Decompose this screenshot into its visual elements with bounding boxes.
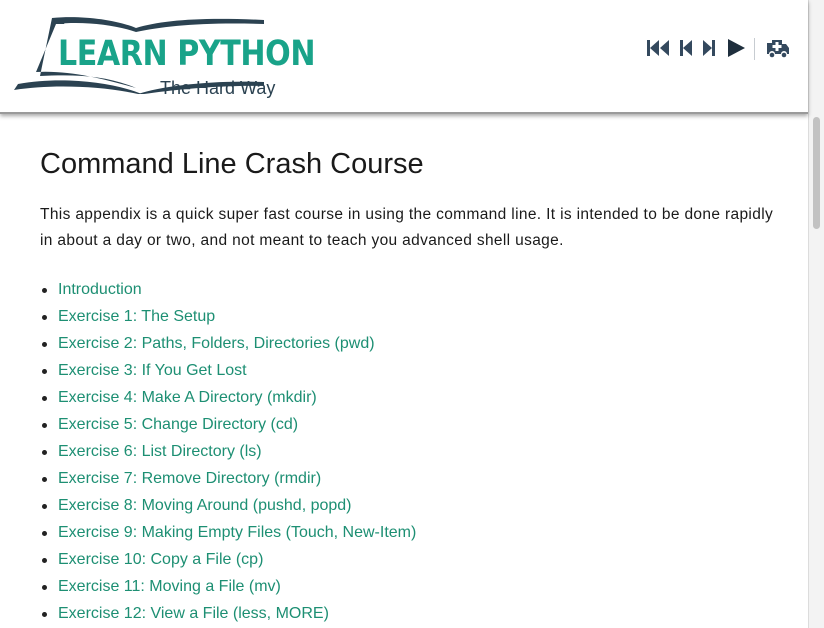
list-item: Exercise 3: If You Get Lost xyxy=(40,357,780,384)
toc-link[interactable]: Exercise 7: Remove Directory (rmdir) xyxy=(58,470,321,487)
bullet-icon xyxy=(42,477,47,482)
list-item: Exercise 5: Change Directory (cd) xyxy=(40,411,780,438)
bullet-icon xyxy=(42,450,47,455)
list-item: Exercise 6: List Directory (ls) xyxy=(40,438,780,465)
vertical-scrollbar[interactable] xyxy=(808,0,824,628)
lesson-navigation xyxy=(644,36,794,62)
toc-link[interactable]: Exercise 3: If You Get Lost xyxy=(58,362,247,379)
bullet-icon xyxy=(42,288,47,293)
bullet-icon xyxy=(42,558,47,563)
bullet-icon xyxy=(42,531,47,536)
list-item: Exercise 11: Moving a File (mv) xyxy=(40,573,780,600)
bullet-icon xyxy=(42,585,47,590)
bullet-icon xyxy=(42,423,47,428)
main-content: Command Line Crash Course This appendix … xyxy=(40,114,780,627)
list-item: Exercise 2: Paths, Folders, Directories … xyxy=(40,330,780,357)
site-logo[interactable]: LEARN PYTHON The Hard Way xyxy=(12,14,316,98)
table-of-contents: Introduction Exercise 1: The Setup Exercis… xyxy=(40,276,780,627)
next-icon[interactable] xyxy=(702,36,718,60)
list-item: Exercise 8: Moving Around (pushd, popd) xyxy=(40,492,780,519)
list-item: Exercise 7: Remove Directory (rmdir) xyxy=(40,465,780,492)
page: LEARN PYTHON The Hard Way Command Line C… xyxy=(0,0,824,628)
page-title: Command Line Crash Course xyxy=(40,148,424,180)
toc-link[interactable]: Exercise 12: View a File (less, MORE) xyxy=(58,605,329,622)
toc-link[interactable]: Exercise 11: Moving a File (mv) xyxy=(58,578,281,595)
list-item: Exercise 4: Make A Directory (mkdir) xyxy=(40,384,780,411)
logo-subtitle: The Hard Way xyxy=(160,78,276,98)
list-item: Exercise 12: View a File (less, MORE) xyxy=(40,600,780,627)
toc-link[interactable]: Exercise 8: Moving Around (pushd, popd) xyxy=(58,497,352,514)
list-item: Introduction xyxy=(40,276,780,303)
list-item: Exercise 10: Copy a File (cp) xyxy=(40,546,780,573)
bullet-icon xyxy=(42,396,47,401)
toc-link[interactable]: Exercise 5: Change Directory (cd) xyxy=(58,416,298,433)
bullet-icon xyxy=(42,342,47,347)
play-icon[interactable] xyxy=(726,36,746,60)
toc-link[interactable]: Exercise 2: Paths, Folders, Directories … xyxy=(58,335,375,352)
toc-link[interactable]: Introduction xyxy=(58,281,142,298)
toc-link[interactable]: Exercise 4: Make A Directory (mkdir) xyxy=(58,389,317,406)
previous-icon[interactable] xyxy=(678,36,694,60)
toc-link[interactable]: Exercise 1: The Setup xyxy=(58,308,215,325)
scrollbar-thumb[interactable] xyxy=(813,117,820,229)
bullet-icon xyxy=(42,612,47,617)
toc-link[interactable]: Exercise 10: Copy a File (cp) xyxy=(58,551,263,568)
ambulance-icon[interactable] xyxy=(766,36,790,60)
logo-title: LEARN PYTHON xyxy=(58,34,316,74)
list-item: Exercise 1: The Setup xyxy=(40,303,780,330)
toc-link[interactable]: Exercise 9: Making Empty Files (Touch, N… xyxy=(58,524,416,541)
intro-paragraph: This appendix is a quick super fast cour… xyxy=(40,206,774,249)
bullet-icon xyxy=(42,369,47,374)
list-item: Exercise 9: Making Empty Files (Touch, N… xyxy=(40,519,780,546)
bullet-icon xyxy=(42,315,47,320)
skip-to-first-icon[interactable] xyxy=(646,36,670,60)
bullet-icon xyxy=(42,504,47,509)
nav-divider xyxy=(754,38,755,60)
toc-link[interactable]: Exercise 6: List Directory (ls) xyxy=(58,443,262,460)
site-header: LEARN PYTHON The Hard Way xyxy=(0,0,808,114)
